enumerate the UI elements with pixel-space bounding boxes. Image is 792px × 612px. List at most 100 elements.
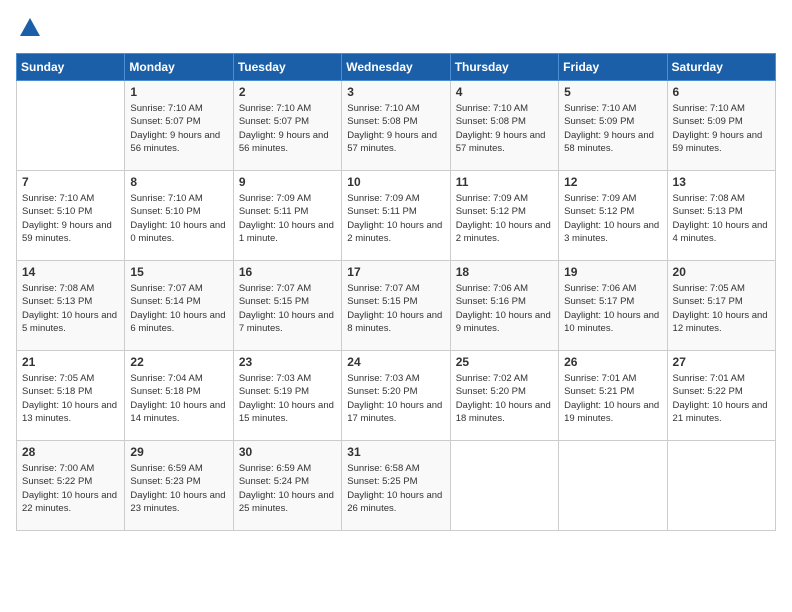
- day-info: Sunrise: 7:00 AMSunset: 5:22 PMDaylight:…: [22, 462, 119, 515]
- day-number: 11: [456, 175, 553, 189]
- day-info: Sunrise: 6:59 AMSunset: 5:23 PMDaylight:…: [130, 462, 227, 515]
- day-cell: 15 Sunrise: 7:07 AMSunset: 5:14 PMDayligh…: [125, 261, 233, 351]
- day-number: 28: [22, 445, 119, 459]
- day-info: Sunrise: 7:03 AMSunset: 5:19 PMDaylight:…: [239, 372, 336, 425]
- day-cell: [667, 441, 775, 531]
- day-number: 3: [347, 85, 444, 99]
- week-row-5: 28 Sunrise: 7:00 AMSunset: 5:22 PMDayligh…: [17, 441, 776, 531]
- day-cell: 16 Sunrise: 7:07 AMSunset: 5:15 PMDayligh…: [233, 261, 341, 351]
- day-number: 23: [239, 355, 336, 369]
- day-info: Sunrise: 7:09 AMSunset: 5:11 PMDaylight:…: [239, 192, 336, 245]
- col-header-tuesday: Tuesday: [233, 54, 341, 81]
- day-info: Sunrise: 7:09 AMSunset: 5:11 PMDaylight:…: [347, 192, 444, 245]
- day-number: 4: [456, 85, 553, 99]
- day-cell: 5 Sunrise: 7:10 AMSunset: 5:09 PMDaylight…: [559, 81, 667, 171]
- day-number: 6: [673, 85, 770, 99]
- day-number: 22: [130, 355, 227, 369]
- week-row-1: 1 Sunrise: 7:10 AMSunset: 5:07 PMDaylight…: [17, 81, 776, 171]
- day-info: Sunrise: 7:08 AMSunset: 5:13 PMDaylight:…: [673, 192, 770, 245]
- day-number: 14: [22, 265, 119, 279]
- day-info: Sunrise: 7:02 AMSunset: 5:20 PMDaylight:…: [456, 372, 553, 425]
- logo-icon: [18, 16, 42, 40]
- day-cell: 10 Sunrise: 7:09 AMSunset: 5:11 PMDayligh…: [342, 171, 450, 261]
- day-cell: 20 Sunrise: 7:05 AMSunset: 5:17 PMDayligh…: [667, 261, 775, 351]
- day-cell: 28 Sunrise: 7:00 AMSunset: 5:22 PMDayligh…: [17, 441, 125, 531]
- day-number: 29: [130, 445, 227, 459]
- day-cell: [17, 81, 125, 171]
- col-header-friday: Friday: [559, 54, 667, 81]
- day-cell: 24 Sunrise: 7:03 AMSunset: 5:20 PMDayligh…: [342, 351, 450, 441]
- day-cell: 29 Sunrise: 6:59 AMSunset: 5:23 PMDayligh…: [125, 441, 233, 531]
- day-cell: 8 Sunrise: 7:10 AMSunset: 5:10 PMDaylight…: [125, 171, 233, 261]
- col-header-monday: Monday: [125, 54, 233, 81]
- day-cell: 3Sunrise: 7:10 AMSunset: 5:08 PMDaylight…: [342, 81, 450, 171]
- day-info: Sunrise: 7:10 AMSunset: 5:08 PMDaylight:…: [456, 102, 553, 155]
- day-info: Sunrise: 7:05 AMSunset: 5:18 PMDaylight:…: [22, 372, 119, 425]
- logo: [16, 16, 42, 45]
- day-number: 12: [564, 175, 661, 189]
- day-info: Sunrise: 7:04 AMSunset: 5:18 PMDaylight:…: [130, 372, 227, 425]
- day-number: 1: [130, 85, 227, 99]
- day-number: 30: [239, 445, 336, 459]
- day-info: Sunrise: 7:10 AMSunset: 5:09 PMDaylight:…: [564, 102, 661, 155]
- day-cell: 18 Sunrise: 7:06 AMSunset: 5:16 PMDayligh…: [450, 261, 558, 351]
- day-cell: 31 Sunrise: 6:58 AMSunset: 5:25 PMDayligh…: [342, 441, 450, 531]
- day-number: 27: [673, 355, 770, 369]
- day-info: Sunrise: 7:07 AMSunset: 5:14 PMDaylight:…: [130, 282, 227, 335]
- day-number: 17: [347, 265, 444, 279]
- day-cell: 1 Sunrise: 7:10 AMSunset: 5:07 PMDaylight…: [125, 81, 233, 171]
- day-cell: 23 Sunrise: 7:03 AMSunset: 5:19 PMDayligh…: [233, 351, 341, 441]
- day-info: Sunrise: 7:10 AMSunset: 5:10 PMDaylight:…: [22, 192, 119, 245]
- day-cell: 21 Sunrise: 7:05 AMSunset: 5:18 PMDayligh…: [17, 351, 125, 441]
- day-cell: 6Sunrise: 7:10 AMSunset: 5:09 PMDaylight…: [667, 81, 775, 171]
- day-cell: 19 Sunrise: 7:06 AMSunset: 5:17 PMDayligh…: [559, 261, 667, 351]
- day-number: 31: [347, 445, 444, 459]
- day-cell: 12 Sunrise: 7:09 AMSunset: 5:12 PMDayligh…: [559, 171, 667, 261]
- calendar-table: SundayMondayTuesdayWednesdayThursdayFrid…: [16, 53, 776, 531]
- day-number: 18: [456, 265, 553, 279]
- day-info: Sunrise: 7:09 AMSunset: 5:12 PMDaylight:…: [456, 192, 553, 245]
- day-cell: 25Sunrise: 7:02 AMSunset: 5:20 PMDayligh…: [450, 351, 558, 441]
- day-info: Sunrise: 7:05 AMSunset: 5:17 PMDaylight:…: [673, 282, 770, 335]
- day-info: Sunrise: 6:59 AMSunset: 5:24 PMDaylight:…: [239, 462, 336, 515]
- day-info: Sunrise: 7:06 AMSunset: 5:16 PMDaylight:…: [456, 282, 553, 335]
- day-number: 7: [22, 175, 119, 189]
- day-number: 13: [673, 175, 770, 189]
- header: [16, 16, 776, 45]
- day-info: Sunrise: 7:10 AMSunset: 5:07 PMDaylight:…: [130, 102, 227, 155]
- day-number: 21: [22, 355, 119, 369]
- day-cell: 2Sunrise: 7:10 AMSunset: 5:07 PMDaylight…: [233, 81, 341, 171]
- day-info: Sunrise: 7:09 AMSunset: 5:12 PMDaylight:…: [564, 192, 661, 245]
- col-header-wednesday: Wednesday: [342, 54, 450, 81]
- day-cell: 14 Sunrise: 7:08 AMSunset: 5:13 PMDayligh…: [17, 261, 125, 351]
- day-cell: 27Sunrise: 7:01 AMSunset: 5:22 PMDayligh…: [667, 351, 775, 441]
- col-header-thursday: Thursday: [450, 54, 558, 81]
- week-row-4: 21 Sunrise: 7:05 AMSunset: 5:18 PMDayligh…: [17, 351, 776, 441]
- day-info: Sunrise: 7:03 AMSunset: 5:20 PMDaylight:…: [347, 372, 444, 425]
- day-number: 16: [239, 265, 336, 279]
- header-row: SundayMondayTuesdayWednesdayThursdayFrid…: [17, 54, 776, 81]
- day-number: 8: [130, 175, 227, 189]
- day-cell: 7 Sunrise: 7:10 AMSunset: 5:10 PMDaylight…: [17, 171, 125, 261]
- day-number: 26: [564, 355, 661, 369]
- col-header-sunday: Sunday: [17, 54, 125, 81]
- day-info: Sunrise: 7:10 AMSunset: 5:10 PMDaylight:…: [130, 192, 227, 245]
- day-info: Sunrise: 7:07 AMSunset: 5:15 PMDaylight:…: [239, 282, 336, 335]
- day-number: 5: [564, 85, 661, 99]
- day-cell: 22 Sunrise: 7:04 AMSunset: 5:18 PMDayligh…: [125, 351, 233, 441]
- day-info: Sunrise: 7:06 AMSunset: 5:17 PMDaylight:…: [564, 282, 661, 335]
- day-info: Sunrise: 6:58 AMSunset: 5:25 PMDaylight:…: [347, 462, 444, 515]
- day-info: Sunrise: 7:07 AMSunset: 5:15 PMDaylight:…: [347, 282, 444, 335]
- day-number: 24: [347, 355, 444, 369]
- day-number: 2: [239, 85, 336, 99]
- day-info: Sunrise: 7:08 AMSunset: 5:13 PMDaylight:…: [22, 282, 119, 335]
- col-header-saturday: Saturday: [667, 54, 775, 81]
- day-cell: [450, 441, 558, 531]
- day-number: 10: [347, 175, 444, 189]
- day-number: 15: [130, 265, 227, 279]
- day-cell: 4 Sunrise: 7:10 AMSunset: 5:08 PMDaylight…: [450, 81, 558, 171]
- day-info: Sunrise: 7:01 AMSunset: 5:21 PMDaylight:…: [564, 372, 661, 425]
- day-cell: 17 Sunrise: 7:07 AMSunset: 5:15 PMDayligh…: [342, 261, 450, 351]
- day-number: 19: [564, 265, 661, 279]
- day-number: 20: [673, 265, 770, 279]
